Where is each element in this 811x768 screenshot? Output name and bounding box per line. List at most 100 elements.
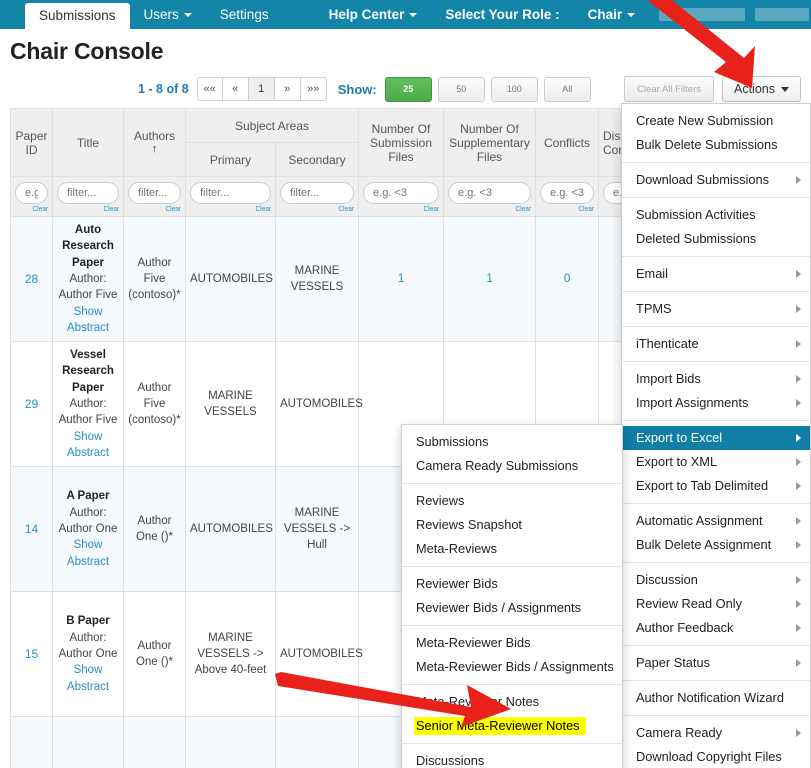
submenu-item-meta-reviewer-notes[interactable]: Meta-Reviewer Notes — [402, 690, 622, 714]
clear-filter-title[interactable]: Clear — [57, 205, 119, 215]
menu-item-email[interactable]: Email — [622, 262, 810, 286]
show-abstract-link[interactable]: Show Abstract — [57, 429, 119, 462]
cell-paper-id[interactable] — [11, 717, 53, 768]
col-header-number-of-submission-files[interactable]: Number Of Submission Files — [359, 109, 444, 177]
submenu-item-senior-meta-reviewer-notes[interactable]: Senior Meta-Reviewer Notes — [402, 714, 622, 738]
cell-primary: AUTOMOBILES — [186, 217, 276, 342]
filter-input-title[interactable] — [57, 182, 119, 204]
menu-item-submission-activities[interactable]: Submission Activities — [622, 203, 810, 227]
col-header-authors[interactable]: Authors ↑ — [124, 109, 186, 177]
menu-item-download-copyright-files[interactable]: Download Copyright Files — [622, 745, 810, 768]
submenu-item-camera-ready-submissions[interactable]: Camera Ready Submissions — [402, 454, 622, 478]
col-header-conflicts[interactable]: Conflicts — [536, 109, 599, 177]
menu-item-export-to-tab-delimited[interactable]: Export to Tab Delimited — [622, 474, 810, 498]
nav-role-selector-chair[interactable]: Chair — [574, 0, 650, 29]
menu-item-camera-ready[interactable]: Camera Ready — [622, 721, 810, 745]
clear-filter-authors[interactable]: Clear — [128, 205, 181, 215]
menu-item-create-new-submission[interactable]: Create New Submission — [622, 109, 810, 133]
nav-tab-submissions-label: Submissions — [39, 9, 116, 23]
menu-item-import-bids[interactable]: Import Bids — [622, 367, 810, 391]
submenu-item-meta-reviews[interactable]: Meta-Reviews — [402, 537, 622, 561]
filter-input-paper-id[interactable] — [15, 182, 48, 204]
clear-all-filters-button[interactable]: Clear All Filters — [624, 76, 714, 102]
conflicts-count-link[interactable]: 0 — [564, 273, 570, 285]
submenu-item-meta-reviewer-bids[interactable]: Meta-Reviewer Bids — [402, 631, 622, 655]
clear-filter-paper-id[interactable]: Clear — [15, 205, 48, 215]
pager-next-button[interactable]: » — [275, 77, 301, 101]
page-size-all-button[interactable]: All — [544, 77, 591, 102]
menu-item-download-submissions[interactable]: Download Submissions — [622, 168, 810, 192]
nav-tab-submissions[interactable]: Submissions — [25, 3, 130, 29]
export-to-excel-submenu: Submissions Camera Ready Submissions Rev… — [401, 424, 623, 768]
submenu-item-reviews[interactable]: Reviews — [402, 489, 622, 513]
pager-first-button[interactable]: «« — [197, 77, 223, 101]
menu-item-bulk-delete-submissions[interactable]: Bulk Delete Submissions — [622, 133, 810, 157]
col-header-primary[interactable]: Primary — [186, 143, 276, 177]
menu-item-label: Review Read Only — [636, 596, 742, 611]
page-size-100-button[interactable]: 100 — [491, 77, 538, 102]
clear-filter-number-of-supplementary-files[interactable]: Clear — [448, 205, 531, 215]
menu-item-label: Paper Status — [636, 655, 710, 670]
clear-filter-secondary[interactable]: Clear — [280, 205, 354, 215]
paper-id-link[interactable]: 14 — [25, 522, 38, 536]
supplementary-files-count-link[interactable]: 1 — [486, 273, 492, 285]
clear-filter-conflicts[interactable]: Clear — [540, 205, 594, 215]
filter-input-primary[interactable] — [190, 182, 271, 204]
menu-item-tpms[interactable]: TPMS — [622, 297, 810, 321]
paper-id-link[interactable]: 15 — [25, 647, 38, 661]
menu-item-ithenticate[interactable]: iThenticate — [622, 332, 810, 356]
filter-input-number-of-submission-files[interactable] — [363, 182, 439, 204]
menu-item-export-to-xml[interactable]: Export to XML — [622, 450, 810, 474]
pager-page-1-button[interactable]: 1 — [249, 77, 275, 101]
filter-input-secondary[interactable] — [280, 182, 354, 204]
submenu-item-reviews-snapshot[interactable]: Reviews Snapshot — [402, 513, 622, 537]
filter-input-number-of-supplementary-files[interactable] — [448, 182, 531, 204]
show-abstract-link[interactable]: Show Abstract — [57, 304, 119, 337]
pager-prev-button[interactable]: « — [223, 77, 249, 101]
cell-paper-id[interactable]: 15 — [11, 592, 53, 717]
page-size-50-button[interactable]: 50 — [438, 77, 485, 102]
pager-last-button[interactable]: »» — [301, 77, 327, 101]
submenu-item-reviewer-bids[interactable]: Reviewer Bids — [402, 572, 622, 596]
paper-id-link[interactable]: 29 — [25, 397, 38, 411]
menu-item-review-read-only[interactable]: Review Read Only — [622, 592, 810, 616]
nav-tab-settings[interactable]: Settings — [206, 0, 283, 29]
submenu-item-reviewer-bids-assignments[interactable]: Reviewer Bids / Assignments — [402, 596, 622, 620]
paper-id-link[interactable]: 28 — [25, 272, 38, 286]
menu-item-bulk-delete-assignment[interactable]: Bulk Delete Assignment — [622, 533, 810, 557]
cell-paper-id[interactable]: 29 — [11, 342, 53, 467]
menu-item-automatic-assignment[interactable]: Automatic Assignment — [622, 509, 810, 533]
cell-authors: Author One ()* — [124, 467, 186, 592]
submenu-item-submissions[interactable]: Submissions — [402, 430, 622, 454]
submission-files-count-link[interactable]: 1 — [398, 273, 404, 285]
menu-item-export-to-excel[interactable]: Export to Excel — [622, 426, 810, 450]
menu-item-paper-status[interactable]: Paper Status — [622, 651, 810, 675]
col-header-secondary[interactable]: Secondary — [276, 143, 359, 177]
submenu-item-discussions[interactable]: Discussions — [402, 749, 622, 768]
cell-conflicts[interactable]: 0 — [536, 217, 599, 342]
cell-number-of-submission-files[interactable]: 1 — [359, 217, 444, 342]
actions-button[interactable]: Actions — [722, 76, 801, 102]
cell-paper-id[interactable]: 28 — [11, 217, 53, 342]
submenu-item-meta-reviewer-bids-assignments[interactable]: Meta-Reviewer Bids / Assignments — [402, 655, 622, 679]
col-header-number-of-supplementary-files[interactable]: Number Of Supplementary Files — [444, 109, 536, 177]
menu-item-author-notification-wizard[interactable]: Author Notification Wizard — [622, 686, 810, 710]
filter-input-authors[interactable] — [128, 182, 181, 204]
page-size-25-button[interactable]: 25 — [385, 77, 432, 102]
menu-item-deleted-submissions[interactable]: Deleted Submissions — [622, 227, 810, 251]
col-header-title[interactable]: Title — [53, 109, 124, 177]
menu-item-import-assignments[interactable]: Import Assignments — [622, 391, 810, 415]
menu-item-discussion[interactable]: Discussion — [622, 568, 810, 592]
nav-tab-help-center[interactable]: Help Center — [315, 0, 432, 29]
clear-filter-primary[interactable]: Clear — [190, 205, 271, 215]
cell-paper-id[interactable]: 14 — [11, 467, 53, 592]
show-abstract-link[interactable]: Show Abstract — [57, 662, 119, 695]
show-abstract-link[interactable]: Show Abstract — [57, 537, 119, 570]
clear-filter-number-of-submission-files[interactable]: Clear — [363, 205, 439, 215]
menu-divider — [622, 326, 810, 327]
nav-tab-users[interactable]: Users — [130, 0, 206, 29]
menu-item-author-feedback[interactable]: Author Feedback — [622, 616, 810, 640]
cell-number-of-supplementary-files[interactable]: 1 — [444, 217, 536, 342]
filter-input-conflicts[interactable] — [540, 182, 594, 204]
col-header-paper-id[interactable]: Paper ID — [11, 109, 53, 177]
